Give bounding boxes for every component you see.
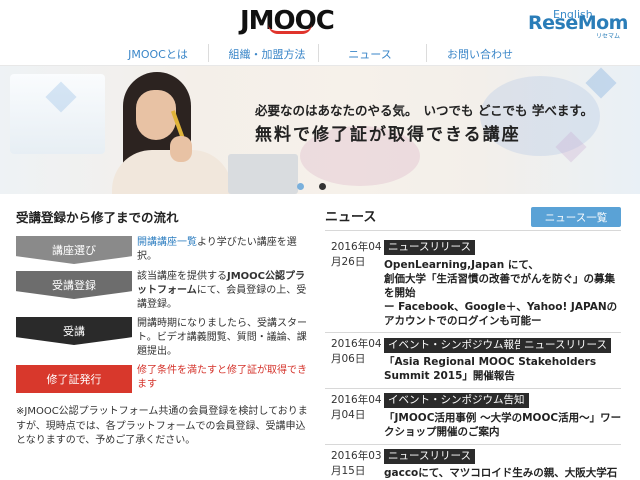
news-item-1[interactable]: OpenLearning,Japan にて、 創価大学「生活習慣の改善でがんを防… [384, 258, 624, 328]
nav-separator [318, 44, 319, 62]
news-date-day: 月06日 [331, 353, 366, 365]
news-item-4[interactable]: gaccoにて、マツコロイド生みの親、大阪大学石 [384, 466, 624, 480]
hero-headline: 無料で修了証が取得できる講座 [255, 125, 521, 145]
step-registration: 受講登録 [16, 271, 132, 299]
news-divider [325, 388, 621, 389]
step-certificate-desc: 修了条件を満たすと修了証が取得できます [137, 365, 307, 390]
news-item-3[interactable]: 「JMOOC活用事例 〜大学のMOOC活用〜」ワークショップ開催のご案内 [384, 411, 624, 439]
step-attend: 受講 [16, 317, 132, 345]
news-tag[interactable]: ニュースリリース [384, 240, 475, 255]
news-tag[interactable]: イベント・シンポジウム報告 [384, 338, 529, 353]
news-date: 2016年04 月26日 [331, 240, 382, 270]
news-date-day: 月04日 [331, 409, 366, 421]
news-item-2[interactable]: 「Asia Regional MOOC Stakeholders Summit … [384, 355, 624, 383]
news-divider [325, 230, 621, 231]
nav-item-membership[interactable]: 組織・加盟方法 [222, 46, 312, 62]
step-desc-text: 該当講座を提供する [137, 271, 227, 282]
student-photo-face [136, 90, 176, 140]
news-date-year: 2016年03 [331, 450, 382, 462]
step-attend-desc: 開講時期になりましたら、受講スタート。ビデオ講義閲覧、質問・議論、課題提出。 [137, 318, 307, 357]
nav-item-news[interactable]: ニュース [330, 46, 410, 62]
news-date-year: 2016年04 [331, 241, 382, 253]
news-text-line: OpenLearning,Japan にて、 [384, 259, 539, 271]
registration-note: ※JMOOC公認プラットフォーム共通の会員登録を検討しておりますが、現時点では、… [16, 406, 308, 446]
student-photo-hand [170, 136, 192, 162]
news-divider [325, 444, 621, 445]
nav-separator [208, 44, 209, 62]
news-date: 2016年04 月06日 [331, 337, 382, 367]
carousel-dot-1[interactable] [297, 183, 304, 190]
news-date-day: 月15日 [331, 465, 366, 477]
flow-title: 受講登録から修了までの流れ [16, 210, 179, 225]
step-certificate: 修了証発行 [16, 365, 132, 393]
news-list-button[interactable]: ニュース一覧 [531, 207, 621, 227]
hero-tagline: 必要なのはあなたのやる気。 いつでも どこでも 学べます。 [255, 100, 593, 119]
main-nav: JMOOCとは 組織・加盟方法 ニュース お問い合わせ [0, 40, 640, 66]
resemom-watermark-sub: リセマム [596, 33, 621, 40]
site-header: JMOOC English ReseMom リセマム [0, 0, 640, 40]
news-text-line: 創価大学「生活習慣の改善でがんを防ぐ」の募集を開始 [384, 273, 615, 299]
step-course-selection-desc: 開講講座一覧より学びたい講座を選択。 [137, 236, 309, 264]
news-title: ニュース [325, 210, 377, 225]
carousel-dot-2[interactable] [319, 183, 326, 190]
laptop-image [228, 154, 298, 194]
nav-separator [426, 44, 427, 62]
hero-tagline-b: いつでも どこでも 学べます。 [423, 103, 594, 118]
hero-tagline-a: 必要なのはあなたのやる気。 [255, 103, 418, 118]
news-date: 2016年03 月15日 [331, 449, 382, 479]
hero-banner[interactable]: 必要なのはあなたのやる気。 いつでも どこでも 学べます。 無料で修了証が取得でき… [0, 66, 640, 194]
news-date-day: 月26日 [331, 256, 366, 268]
news-tag[interactable]: ニュースリリース [384, 449, 475, 464]
news-divider [325, 332, 621, 333]
news-tag[interactable]: ニュースリリース [520, 338, 611, 353]
course-list-link[interactable]: 開講講座一覧 [137, 237, 197, 248]
news-date-year: 2016年04 [331, 338, 382, 350]
step-course-selection: 講座選び [16, 236, 132, 264]
nav-item-contact[interactable]: お問い合わせ [440, 46, 520, 62]
news-date-year: 2016年04 [331, 394, 382, 406]
step-registration-desc: 該当講座を提供するJMOOC公認プラットフォームにて、会員登録の上、受講登録。 [137, 270, 309, 312]
news-date: 2016年04 月04日 [331, 393, 382, 423]
news-text-line: ー Facebook、Google＋、Yahoo! JAPANのアカウントでのロ… [384, 301, 618, 327]
logo-swoosh [268, 24, 312, 34]
news-tag[interactable]: イベント・シンポジウム告知 [384, 393, 529, 408]
nav-item-about[interactable]: JMOOCとは [118, 46, 198, 62]
